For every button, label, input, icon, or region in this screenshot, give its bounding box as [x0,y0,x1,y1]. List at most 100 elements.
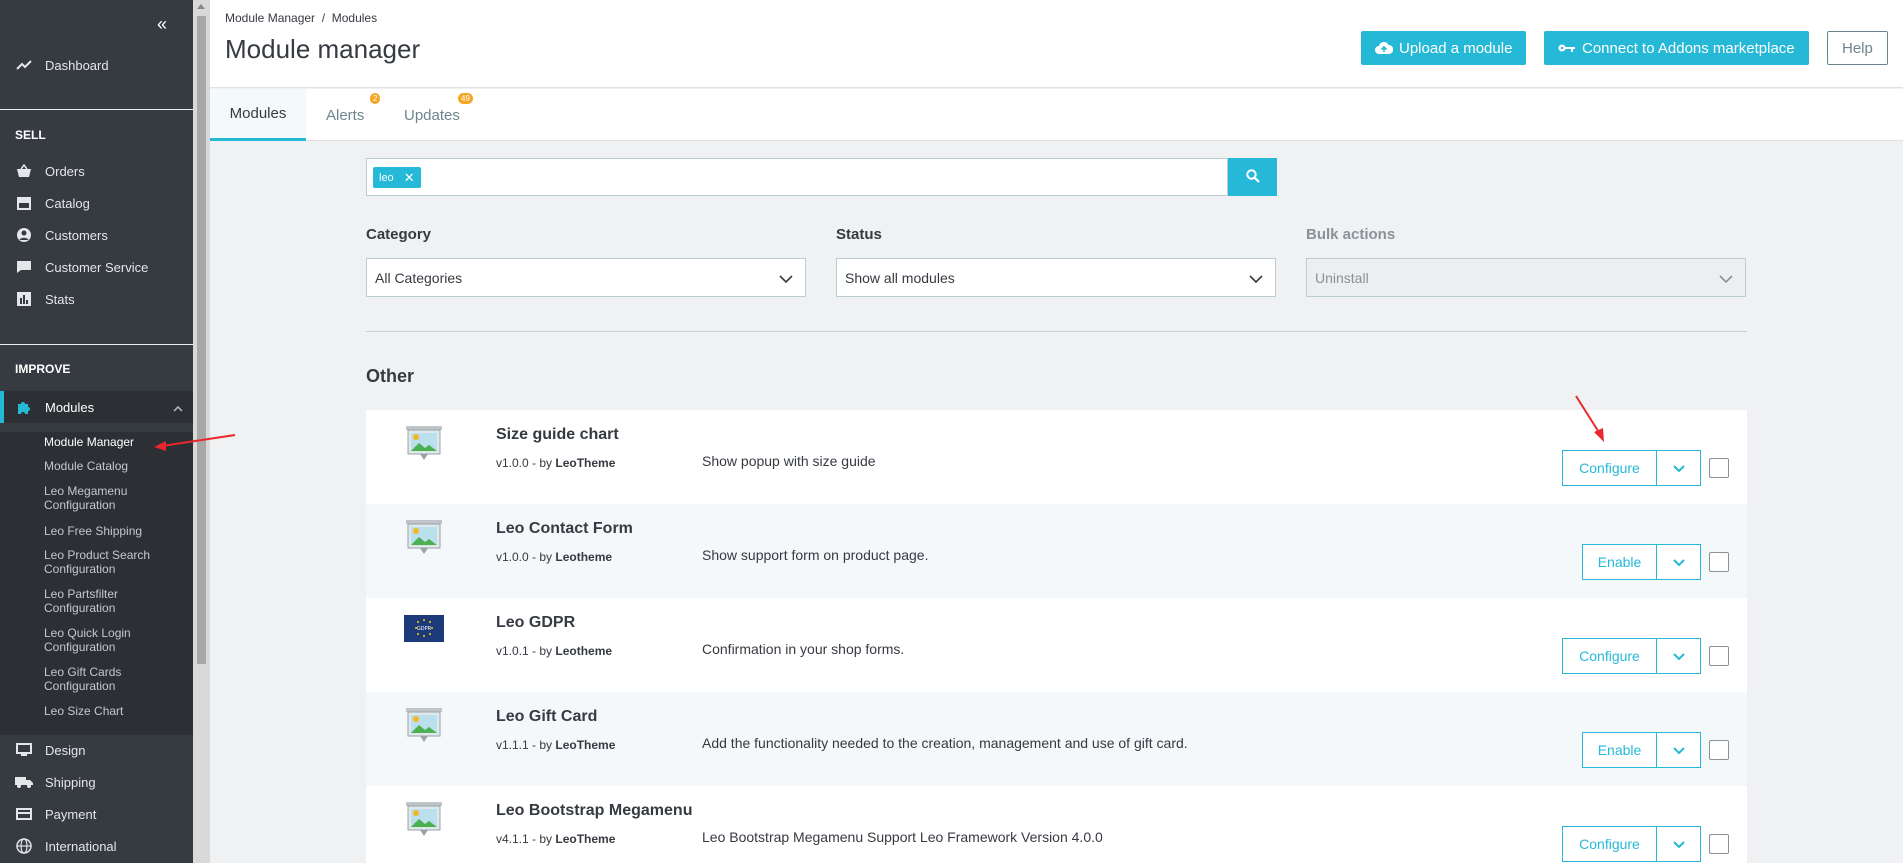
subnav-leo-quick-login[interactable]: Leo Quick Login Configuration [44,626,189,654]
module-description: Show support form on product page. [702,547,929,563]
search-input[interactable]: leo ✕ [366,158,1228,196]
chevron-down-icon [1672,742,1685,758]
tab-alerts[interactable]: Alerts 2 [326,89,381,141]
module-select-checkbox[interactable] [1709,552,1729,572]
module-select-checkbox[interactable] [1709,646,1729,666]
status-label: Status [836,226,882,243]
help-button[interactable]: Help [1827,31,1888,65]
module-image-icon [404,706,444,746]
sidebar-item-label: Shipping [45,774,96,790]
module-actions-dropdown[interactable] [1656,732,1701,768]
configure-button[interactable]: Configure [1562,826,1657,862]
module-author: LeoTheme [555,738,616,752]
basket-icon [15,162,33,180]
section-title: Other [366,366,415,386]
category-select[interactable]: All Categories [366,258,806,297]
scroll-up-icon[interactable] [197,4,205,9]
section-sell-title: SELL [15,128,46,142]
sidebar-item-modules[interactable]: Modules [0,391,193,423]
sidebar-item-shipping[interactable]: Shipping [0,766,193,798]
category-label: Category [366,226,432,243]
module-select-checkbox[interactable] [1709,834,1729,854]
module-actions-dropdown[interactable] [1656,544,1701,580]
module-name: Size guide chart [496,426,619,443]
sidebar-item-orders[interactable]: Orders [0,155,193,187]
sidebar-item-label: Orders [45,163,85,179]
chip-label: leo [379,171,394,184]
connect-addons-button[interactable]: Connect to Addons marketplace [1544,31,1809,65]
store-icon [15,194,33,212]
chevron-down-icon [1672,554,1685,570]
sidebar-item-stats[interactable]: Stats [0,283,193,315]
search-tag-chip: leo ✕ [373,167,421,188]
tab-updates[interactable]: Updates 49 [404,89,473,141]
module-select-checkbox[interactable] [1709,458,1729,478]
module-row: Size guide chart v1.0.0 - by LeoTheme Sh… [366,410,1747,504]
sidebar-item-payment[interactable]: Payment [0,798,193,830]
scrollbar-thumb[interactable] [197,16,206,664]
divider [0,109,193,110]
help-label: Help [1842,39,1873,57]
module-version-text: v1.1.1 - by [496,738,553,752]
key-icon [1558,43,1576,53]
module-version-text: v1.0.0 - by [496,550,553,564]
sidebar-item-label: Dashboard [45,57,109,73]
tab-label: Alerts [326,106,365,124]
chevron-down-icon [1672,460,1685,476]
modules-submenu: Module Manager Module Catalog Leo Megame… [0,432,193,735]
divider [366,331,1747,332]
configure-button[interactable]: Configure [1562,450,1657,486]
module-version-text: v1.0.0 - by [496,456,553,470]
chevron-down-icon [779,271,793,287]
breadcrumb[interactable]: Module Manager / Modules [225,11,377,25]
configure-button[interactable]: Configure [1562,638,1657,674]
globe-icon [15,837,33,855]
module-select-checkbox[interactable] [1709,740,1729,760]
module-actions-dropdown[interactable] [1656,638,1701,674]
sidebar-item-label: Catalog [45,195,90,211]
sidebar-item-catalog[interactable]: Catalog [0,187,193,219]
module-actions-dropdown[interactable] [1656,826,1701,862]
sidebar-item-customer-service[interactable]: Customer Service [0,251,193,283]
subnav-leo-size-chart[interactable]: Leo Size Chart [44,704,189,718]
sidebar-item-dashboard[interactable]: Dashboard [0,49,193,81]
connect-addons-label: Connect to Addons marketplace [1582,39,1795,57]
bulk-actions-value: Uninstall [1315,269,1369,286]
status-select[interactable]: Show all modules [836,258,1276,297]
sidebar-item-international[interactable]: International [0,830,193,862]
sidebar-item-customers[interactable]: Customers [0,219,193,251]
upload-module-button[interactable]: Upload a module [1361,31,1527,65]
module-version: v1.0.1 - by Leotheme [496,644,612,658]
bar-chart-icon [15,290,33,308]
subnav-leo-product-search[interactable]: Leo Product Search Configuration [44,548,189,576]
gdpr-eu-flag-icon: GDPR [404,615,444,655]
annotation-arrow-icon [1575,395,1604,442]
search-button[interactable] [1228,158,1277,196]
module-image-icon [404,800,444,840]
subnav-leo-megamenu[interactable]: Leo Megamenu Configuration [44,484,189,512]
module-image-icon [404,518,444,558]
tab-modules[interactable]: Modules [210,89,306,141]
bulk-actions-select: Uninstall [1306,258,1746,297]
enable-button[interactable]: Enable [1582,544,1657,580]
sidebar-item-label: Customers [45,227,108,243]
module-name: Leo GDPR [496,614,576,631]
svg-text:GDPR: GDPR [417,626,432,632]
remove-tag-icon[interactable]: ✕ [404,170,415,186]
module-row: Leo Gift Card v1.1.1 - by LeoTheme Add t… [366,692,1747,786]
chat-icon [15,258,33,276]
tab-label: Updates [404,106,460,124]
subnav-leo-gift-cards[interactable]: Leo Gift Cards Configuration [44,665,189,693]
module-image-icon [404,424,444,464]
status-value: Show all modules [845,269,955,286]
collapse-sidebar-icon[interactable]: « [157,14,167,35]
chevron-down-icon [1719,271,1733,287]
divider [0,344,193,345]
enable-button[interactable]: Enable [1582,732,1657,768]
subnav-leo-free-shipping[interactable]: Leo Free Shipping [44,524,189,538]
subnav-module-catalog[interactable]: Module Catalog [44,459,189,473]
module-actions-dropdown[interactable] [1656,450,1701,486]
subnav-leo-partsfilter[interactable]: Leo Partsfilter Configuration [44,587,189,615]
sidebar-item-design[interactable]: Design [0,734,193,766]
module-version: v1.1.1 - by LeoTheme [496,738,615,752]
